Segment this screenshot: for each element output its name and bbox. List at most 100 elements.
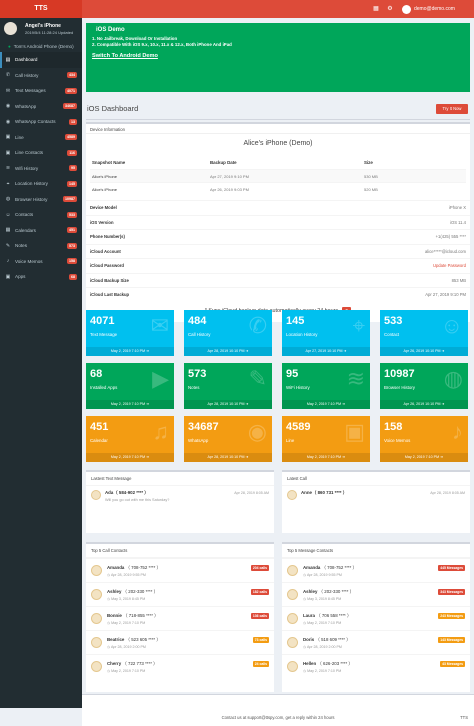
notes-icon: ✎ [5,242,11,249]
app-logo[interactable]: TTS [0,0,82,18]
wifi-icon: ≋ [346,366,365,391]
tile-footer[interactable]: Apr 26, 2019 10:10 PM ➜ [380,400,468,409]
tile-count: 145 [286,315,305,327]
contact-row[interactable]: Laura （ 706 558 **** ） ◷ May 2, 2019 7:10… [282,606,470,630]
sidebar-item-text-messages[interactable]: ✉ Text Messages 4071 [0,83,82,99]
arrow-right-icon: ➜ [146,455,150,459]
contact-row[interactable]: Hellen （ 626-203 **** ） ◷ May 2, 2019 7:1… [282,654,470,678]
tile-footer[interactable]: Apr 27, 2019 10:10 PM ➜ [282,347,370,356]
sidebar-item-wifi-history[interactable]: ≋ Wifi History 95 [0,161,82,177]
sidebar-item-location-history[interactable]: ⌖ Location History 145 [0,176,82,192]
contact-phone: （ 708-752 **** ） [321,565,357,570]
latest-call-header: Latest Call [282,472,470,486]
contact-row[interactable]: Cherry （ 722 773 **** ） ◷ May 2, 2019 7:1… [86,654,274,678]
table-row[interactable]: Alice's iPhone Apr 26, 2019 9:03 PM 520 … [90,182,466,195]
tile-footer[interactable]: Apr 28, 2019 10:10 PM ➜ [184,347,272,356]
stat-tile-calendar[interactable]: 451 Calendar ♫ May 2, 2019 7:10 PM ➜ [86,416,174,462]
arrow-right-icon: ➜ [245,402,249,406]
tile-timestamp: Apr 27, 2019 10:10 PM [305,349,343,353]
tile-footer[interactable]: May 2, 2019 7:10 PM ➜ [380,453,468,462]
latest-call-item[interactable]: Anne（ 860 731 **** ） Apr 28, 2019 8:05 A… [282,486,470,504]
dashboard-icon: ▤ [5,56,11,63]
try-it-now-button[interactable]: Try It Now [436,104,468,114]
sidebar-item-browser-history[interactable]: ◍ Browser History 10987 [0,192,82,208]
device-info-header: Device Information [86,124,470,134]
whatsapp-icon: ◉ [247,419,267,444]
stat-tile-text-message[interactable]: 4071 Text Message ✉ May 2, 2019 7:10 PM ➜ [86,310,174,356]
contact-row[interactable]: Beatrice （ 523 605 **** ） ◷ Apr 28, 2019 … [86,630,274,654]
grid-icon[interactable]: ▦ [372,5,380,13]
whatsapp-icon: ◉ [5,118,11,125]
stat-tile-contact[interactable]: 533 Contact ☺ Apr 26, 2019 10:10 PM ➜ [380,310,468,356]
sidebar-item-whatsapp[interactable]: ◉ WhatsApp 34687 [0,99,82,115]
stat-tile-installed-apps[interactable]: 68 Installed Apps ▶ May 2, 2019 7:10 PM ➜ [86,363,174,409]
arrow-right-icon: ➜ [342,455,346,459]
user-menu[interactable]: demo@demo.com [402,4,455,14]
contact-row[interactable]: Bonnie （ 718-855 **** ） ◷ May 2, 2019 7:1… [86,606,274,630]
tile-timestamp: May 2, 2019 7:10 PM [306,402,342,406]
sidebar-item-whatsapp-contacts[interactable]: ◉ WhatsApp Contacts 13 [0,114,82,130]
sidebar-item-voice-memos[interactable]: ♪ Voice Memos 158 [0,254,82,270]
contact-row[interactable]: Doris （ 518 609 **** ） ◷ Apr 28, 2019 2:0… [282,630,470,654]
clock-icon: ◷ [303,645,307,649]
contact-first-name: Ashley [303,589,318,594]
stat-tile-location-history[interactable]: 145 Location History ⌖ Apr 27, 2019 10:10 P… [282,310,370,356]
sidebar-item-line[interactable]: ▣ Line 4589 [0,130,82,146]
sidebar-item-line-contacts[interactable]: ▣ Line Contacts 116 [0,145,82,161]
top-navbar: TTS ▦ ⚙ demo@demo.com [0,0,474,18]
sidebar-item-apps[interactable]: ▣ Apps 68 [0,269,82,285]
stat-tile-whatsapp[interactable]: 34687 WhatsApp ◉ Apr 28, 2019 10:10 PM ➜ [184,416,272,462]
switch-device-link[interactable]: ● Tom's Android Phone (Demo) [0,40,82,52]
contact-first-name: Cherry [107,661,122,666]
contact-row[interactable]: Ashley （ 202-330 **** ） ◷ May 3, 2019 8:4… [86,582,274,606]
switch-to-android-link[interactable]: Switch To Android Demo [92,53,158,59]
sidebar-item-calendars[interactable]: ▦ Calendars 451 [0,223,82,239]
stat-tile-voice-memos[interactable]: 158 Voice Memos ♪ May 2, 2019 7:10 PM ➜ [380,416,468,462]
spec-row: iOS Version iOS 11.4 [86,214,470,230]
sidebar-item-contacts[interactable]: ☺ Contacts 533 [0,207,82,223]
phone-icon: ✆ [248,313,267,338]
contact-row[interactable]: Ashley （ 202-330 **** ） ◷ May 3, 2019 8:4… [282,582,470,606]
sidebar-item-call-history[interactable]: ✆ Call History 434 [0,68,82,84]
stat-tile-notes[interactable]: 573 Notes ✎ Apr 28, 2019 10:10 PM ➜ [184,363,272,409]
avatar [91,565,102,576]
avatar [402,4,411,14]
stat-tile-wifi-history[interactable]: 95 WiFi History ≋ May 2, 2019 7:10 PM ➜ [282,363,370,409]
tile-footer[interactable]: May 2, 2019 7:10 PM ➜ [282,453,370,462]
spec-value: 853 MB [451,277,466,283]
stat-tile-browser-history[interactable]: 10987 Browser History ◍ Apr 26, 2019 10:10 … [380,363,468,409]
tile-footer[interactable]: Apr 28, 2019 10:10 PM ➜ [184,400,272,409]
latest-text-item[interactable]: Ada（ 584-902 **** ） Will you go out with… [86,486,274,506]
contact-date: ◷ Apr 28, 2019 9:55 PM [303,573,357,577]
stat-tile-call-history[interactable]: 484 Call History ✆ Apr 28, 2019 10:10 PM ➜ [184,310,272,356]
contact-date-text: May 3, 2019 8:45 PM [111,597,146,601]
tile-footer[interactable]: Apr 28, 2019 10:10 PM ➜ [184,453,272,462]
table-row[interactable]: Alice's iPhone Apr 27, 2019 9:10 PM 530 … [90,169,466,182]
count-badge: 204 calls [250,565,269,571]
tile-timestamp: Apr 26, 2019 10:10 PM [403,349,441,353]
sidebar-item-notes[interactable]: ✎ Notes 573 [0,238,82,254]
stat-tile-line[interactable]: 4589 Line ▣ May 2, 2019 7:10 PM ➜ [282,416,370,462]
spec-label: iOS Version [90,219,114,225]
top-messages-header: Top 5 Message Contacts [282,544,470,558]
tile-footer[interactable]: May 2, 2019 7:10 PM ➜ [282,400,370,409]
tile-footer[interactable]: May 2, 2019 7:10 PM ➜ [86,347,174,356]
tile-footer[interactable]: May 2, 2019 7:10 PM ➜ [86,453,174,462]
latest-text-box: Lastest Text Message Ada（ 584-902 **** ）… [86,470,274,533]
contact-row[interactable]: Amanda （ 708-752 **** ） ◷ Apr 28, 2019 9:… [282,558,470,582]
tile-footer[interactable]: May 2, 2019 7:10 PM ➜ [86,400,174,409]
sidebar-item-dashboard[interactable]: ▤ Dashboard [0,52,82,68]
count-badge: 34687 [63,103,77,109]
cell: Apr 26, 2019 9:03 PM [210,186,249,192]
tile-footer[interactable]: Apr 26, 2019 10:10 PM ➜ [380,347,468,356]
contact-row[interactable]: Amanda （ 708-752 **** ） ◷ Apr 28, 2019 9:… [86,558,274,582]
spec-label: Device Model [90,205,117,211]
contact-name: Ashley （ 202-330 **** ） [303,589,354,595]
tile-label: Installed Apps [90,385,118,390]
contact-date: ◷ May 3, 2019 8:45 PM [303,597,354,601]
update-password-link[interactable]: Update Password [433,263,466,268]
cell: Alice's iPhone [92,173,117,179]
gear-icon[interactable]: ⚙ [386,5,394,13]
avatar [287,490,297,500]
contact-phone: （ 202-330 **** ） [318,589,355,594]
